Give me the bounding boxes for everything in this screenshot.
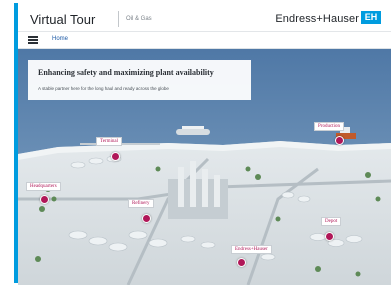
tanker-ship [176,129,210,135]
virtual-tour-window: Virtual Tour Oil & Gas Endress+Hauser EH… [0,0,391,286]
location-marker-icon[interactable] [111,152,120,161]
pin-label[interactable]: Depot [321,217,342,226]
hamburger-menu-icon[interactable] [28,36,38,44]
hero-title: Enhancing safety and maximizing plant av… [38,68,214,77]
location-marker-icon[interactable] [335,136,344,145]
pin-label[interactable]: Production [314,122,344,131]
pin-label[interactable]: Terminal [96,137,122,146]
plant-scene: Enhancing safety and maximizing plant av… [18,49,391,286]
pin-label[interactable]: Refinery [128,199,154,208]
location-marker-icon[interactable] [237,258,246,267]
brand-logo-icon[interactable]: EH [361,11,381,24]
app-subtitle: Oil & Gas [126,16,152,22]
breadcrumb-home[interactable]: Home [52,36,68,42]
hero-subtitle: A stable partner here for the long haul … [38,86,169,91]
nav-bar: Home [18,32,391,49]
location-marker-icon[interactable] [142,214,151,223]
pin-label[interactable]: Headquarters [26,182,61,191]
title-divider [118,11,119,27]
location-marker-icon[interactable] [40,195,49,204]
brand-name[interactable]: Endress+Hauser [275,13,359,25]
pin-label[interactable]: Endress+Hauser [231,245,272,254]
location-marker-icon[interactable] [325,232,334,241]
app-header: Virtual Tour Oil & Gas Endress+Hauser EH [18,3,391,32]
app-title: Virtual Tour [30,12,96,27]
hero-banner: Enhancing safety and maximizing plant av… [28,60,251,100]
